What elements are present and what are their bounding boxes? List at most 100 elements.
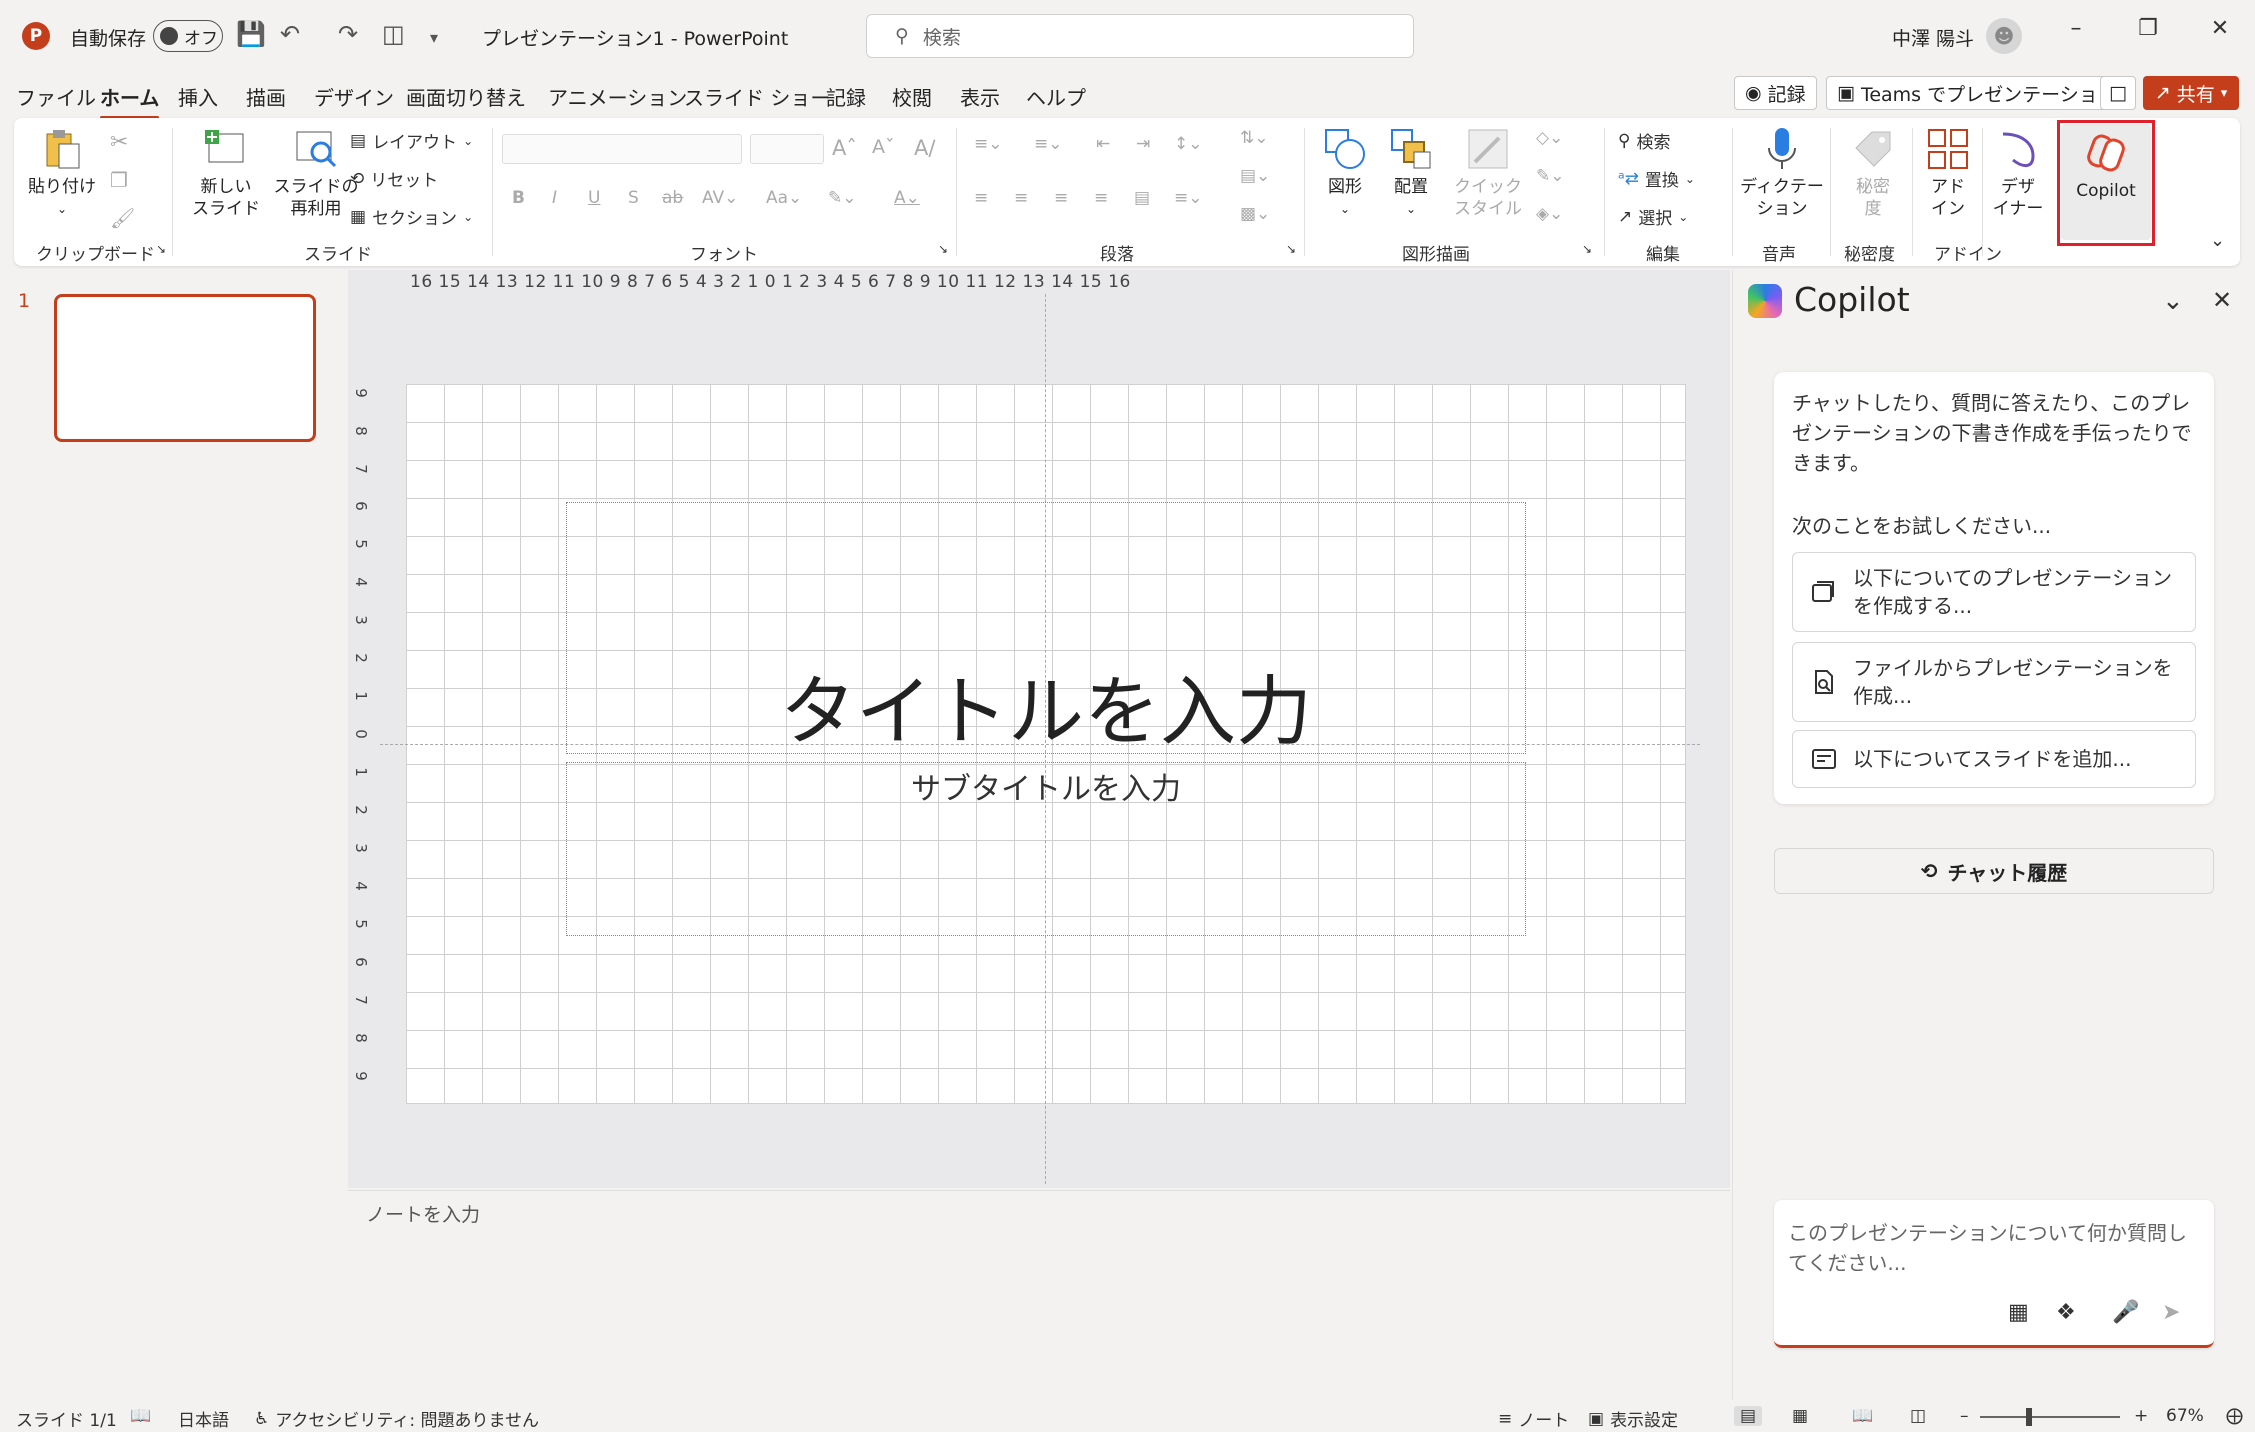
undo-icon[interactable]: ↶	[280, 20, 300, 48]
chat-history-button[interactable]: ⟲ チャット履歴	[1774, 848, 2214, 894]
notes-pane[interactable]	[348, 1190, 1730, 1398]
zoom-out-icon[interactable]: –	[1960, 1406, 1969, 1426]
bold-icon[interactable]: B	[512, 188, 525, 208]
increase-indent-icon[interactable]: ⇥	[1136, 134, 1150, 154]
tab-file[interactable]: ファイル	[16, 82, 96, 111]
dictate-button[interactable]: ディクテー ション	[1740, 126, 1824, 220]
dialog-launcher-icon[interactable]: ↘	[1286, 242, 1296, 256]
chevron-down-icon[interactable]: ⌄	[2162, 286, 2184, 316]
close-icon[interactable]: ✕	[2200, 16, 2240, 41]
align-center-icon[interactable]: ≡	[1014, 188, 1028, 208]
clear-format-icon[interactable]: A∕	[914, 136, 935, 160]
decrease-indent-icon[interactable]: ⇤	[1096, 134, 1110, 154]
teams-present-button[interactable]: ▣ Teams でプレゼンテーション	[1826, 76, 2128, 110]
designer-button[interactable]: デザ イナー	[1990, 126, 2046, 220]
bullets-icon[interactable]: ≡⌄	[974, 134, 1003, 154]
decrease-font-icon[interactable]: Aˇ	[872, 136, 895, 158]
addins-button[interactable]: アド イン	[1920, 126, 1976, 220]
sensitivity-button[interactable]: 秘密 度	[1840, 126, 1906, 220]
justify-icon[interactable]: ≡	[1094, 188, 1108, 208]
format-painter-icon[interactable]: 🖌	[110, 206, 135, 230]
dialog-launcher-icon[interactable]: ↘	[156, 242, 166, 256]
cut-icon[interactable]: ✂	[110, 130, 128, 155]
present-icon[interactable]: ◫	[382, 20, 405, 48]
italic-icon[interactable]: I	[552, 188, 557, 208]
record-button[interactable]: ◉ 記録	[1734, 76, 1817, 110]
highlight-icon[interactable]: ✎⌄	[828, 188, 857, 208]
line-spacing-icon[interactable]: ↕⌄	[1174, 134, 1203, 154]
shadow-icon[interactable]: S	[628, 188, 639, 208]
tab-review[interactable]: 校閲	[892, 82, 932, 111]
redo-icon[interactable]: ↷	[338, 20, 358, 48]
notes-toggle-button[interactable]: ≡ ノート	[1498, 1406, 1569, 1432]
search-input[interactable]: ⚲ 検索	[866, 14, 1414, 58]
save-icon[interactable]: 💾	[236, 20, 266, 48]
tab-draw[interactable]: 描画	[246, 82, 286, 111]
zoom-slider[interactable]	[1980, 1416, 2120, 1418]
prompts-icon[interactable]: ❖	[2056, 1300, 2076, 1325]
accessibility-status[interactable]: ♿ アクセシビリティ: 問題ありません	[254, 1406, 539, 1432]
slideshow-view-icon[interactable]: ◫	[1910, 1406, 1926, 1426]
tab-view[interactable]: 表示	[960, 82, 1000, 111]
columns-icon[interactable]: ≡⌄	[1174, 188, 1203, 208]
zoom-level[interactable]: 67%	[2166, 1406, 2204, 1426]
zoom-in-icon[interactable]: +	[2134, 1406, 2148, 1426]
tab-record[interactable]: 記録	[826, 82, 866, 111]
suggestion-add-slide[interactable]: 以下についてスライドを追加...	[1792, 730, 2196, 788]
avatar[interactable]: ☻	[1986, 18, 2022, 54]
microphone-icon[interactable]: 🎤	[2112, 1300, 2139, 1325]
shape-effects-icon[interactable]: ◈⌄	[1536, 204, 1563, 224]
reuse-slides-button[interactable]: スライドの 再利用	[270, 126, 362, 220]
layout-button[interactable]: ▤ レイアウト ⌄	[350, 128, 473, 154]
font-color-icon[interactable]: A⌄	[894, 188, 920, 208]
shapes-button[interactable]: 図形 ⌄	[1316, 126, 1374, 220]
copy-icon[interactable]: ❐	[110, 168, 128, 192]
underline-icon[interactable]: U	[588, 188, 600, 208]
tab-home[interactable]: ホーム	[100, 82, 160, 119]
customize-qat-icon[interactable]: ▾	[430, 28, 438, 47]
display-settings-button[interactable]: ▣ 表示設定	[1588, 1406, 1678, 1432]
send-icon[interactable]: ➤	[2162, 1300, 2180, 1325]
shape-outline-icon[interactable]: ✎⌄	[1536, 166, 1565, 186]
tab-animations[interactable]: アニメーション	[548, 82, 687, 111]
minimize-icon[interactable]: –	[2056, 16, 2096, 41]
align-right-icon[interactable]: ≡	[1054, 188, 1068, 208]
normal-view-icon[interactable]: ▤	[1734, 1406, 1763, 1426]
tab-slideshow[interactable]: スライド ショー	[684, 82, 830, 111]
numbering-icon[interactable]: ≡⌄	[1034, 134, 1063, 154]
replace-button[interactable]: ᵃ⇄ 置換 ⌄	[1618, 166, 1695, 192]
spellcheck-icon[interactable]: 📖	[130, 1406, 151, 1426]
tab-transitions[interactable]: 画面切り替え	[406, 82, 526, 111]
select-button[interactable]: ↗ 選択 ⌄	[1618, 204, 1688, 230]
quick-styles-button[interactable]: クイック スタイル	[1448, 126, 1528, 220]
autosave-toggle[interactable]: オフ	[153, 20, 223, 52]
tab-help[interactable]: ヘルプ	[1026, 82, 1086, 111]
strikethrough-icon[interactable]: ab	[662, 188, 683, 208]
new-slide-button[interactable]: 新しい スライド	[186, 126, 266, 220]
align-left-icon[interactable]: ≡	[974, 188, 988, 208]
slide-thumbnail[interactable]	[54, 294, 316, 442]
comments-button[interactable]: □	[2100, 76, 2136, 110]
distributed-icon[interactable]: ▤	[1134, 188, 1150, 208]
font-size-select[interactable]	[750, 134, 824, 164]
arrange-button[interactable]: 配置 ⌄	[1382, 126, 1440, 220]
reset-button[interactable]: ⟲ リセット	[350, 166, 438, 192]
zoom-slider-thumb[interactable]	[2026, 1408, 2032, 1426]
increase-font-icon[interactable]: Aˆ	[832, 136, 857, 160]
suggestion-from-file[interactable]: ファイルからプレゼンテーションを作成...	[1792, 642, 2196, 722]
share-button[interactable]: ↗ 共有 ▾	[2143, 76, 2239, 110]
user-name[interactable]: 中澤 陽斗	[1892, 24, 1974, 51]
close-icon[interactable]: ✕	[2212, 286, 2232, 314]
fit-to-window-icon[interactable]: ⨁	[2226, 1406, 2243, 1426]
restore-icon[interactable]: ❐	[2128, 16, 2168, 41]
section-button[interactable]: ▦ セクション ⌄	[350, 204, 473, 230]
font-name-select[interactable]	[502, 134, 742, 164]
collapse-ribbon-icon[interactable]: ⌄	[2210, 230, 2225, 251]
smartart-icon[interactable]: ▩⌄	[1240, 204, 1270, 224]
text-direction-icon[interactable]: ⇅⌄	[1240, 128, 1269, 148]
paste-button[interactable]: 貼り付け ⌄	[28, 126, 96, 220]
tab-insert[interactable]: 挿入	[178, 82, 218, 111]
align-text-icon[interactable]: ▤⌄	[1240, 166, 1270, 186]
dialog-launcher-icon[interactable]: ↘	[1582, 242, 1592, 256]
reading-view-icon[interactable]: 📖	[1852, 1406, 1873, 1426]
